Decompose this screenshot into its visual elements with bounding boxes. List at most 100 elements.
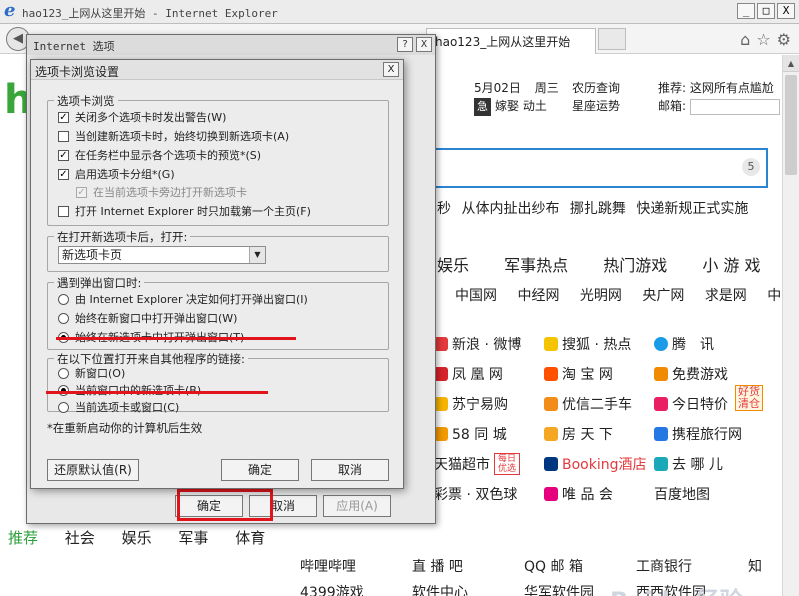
site-link[interactable]: 新浪 · 微博 bbox=[434, 329, 544, 359]
site-grid: 新浪 · 微博 搜狐 · 热点 腾 讯 凤 凰 网 淘 宝 网 免费游戏 苏宁易… bbox=[434, 329, 782, 509]
group-legend: 遇到弹出窗口时: bbox=[54, 275, 145, 291]
new-tab-select[interactable]: 新选项卡页 ▼ bbox=[58, 246, 266, 264]
site-link[interactable]: 苏宁易购 bbox=[434, 389, 544, 419]
portal-link[interactable]: 中经网 bbox=[517, 288, 559, 304]
page-scrollbar[interactable]: ▲ bbox=[782, 55, 799, 596]
site-link[interactable]: 腾 讯 bbox=[654, 329, 764, 359]
portal-link[interactable]: 求是网 bbox=[705, 288, 747, 304]
weekday-text: 周三 bbox=[534, 81, 559, 95]
sohu-icon bbox=[544, 337, 558, 351]
site-link[interactable]: Booking酒店 bbox=[544, 449, 654, 479]
tab-entertainment[interactable]: 娱乐 bbox=[122, 529, 152, 547]
checkbox-disabled: ✓ bbox=[76, 186, 87, 198]
category-item[interactable]: 娱乐 bbox=[437, 256, 469, 275]
open-next-to-current-option: ✓ 在当前选项卡旁边打开新选项卡 bbox=[76, 186, 247, 199]
site-link[interactable]: 去 哪 儿 bbox=[654, 449, 764, 479]
browser-tab-active[interactable]: hao123_上网从这里开始 bbox=[426, 28, 596, 54]
annotation-underline bbox=[46, 391, 268, 394]
chevron-down-icon[interactable]: ▼ bbox=[249, 247, 265, 263]
home-icon[interactable]: ⌂ bbox=[740, 30, 750, 49]
site-link[interactable]: 唯 品 会 bbox=[544, 479, 654, 509]
search-count-badge: 5 bbox=[742, 158, 760, 176]
tab-settings-close-button[interactable]: X bbox=[383, 62, 399, 77]
new-tab-button[interactable] bbox=[598, 28, 626, 50]
popup-new-window-option[interactable]: 始终在新窗口中打开弹出窗口(W) bbox=[58, 310, 237, 326]
internet-options-title: Internet 选项 bbox=[33, 40, 115, 53]
tab-settings-title: 选项卡浏览设置 bbox=[35, 65, 120, 79]
links-current-tab-option[interactable]: 当前选项卡或窗口(C) bbox=[58, 399, 179, 415]
portal-link[interactable]: 中 bbox=[767, 288, 781, 304]
tab-grouping-option[interactable]: ✓ 启用选项卡分组*(G) bbox=[58, 166, 175, 182]
select-value: 新选项卡页 bbox=[62, 248, 123, 262]
ctrip-icon bbox=[654, 427, 668, 441]
category-item[interactable]: 小 游 戏 bbox=[702, 256, 760, 275]
internet-options-apply-button[interactable]: 应用(A) bbox=[323, 495, 391, 517]
site-link[interactable]: 淘 宝 网 bbox=[544, 359, 654, 389]
taskbar-preview-option[interactable]: ✓ 在任务栏中显示各个选项卡的预览*(S) bbox=[58, 147, 261, 163]
tab-military[interactable]: 军事 bbox=[178, 529, 208, 547]
grid-row: 新浪 · 微博 搜狐 · 热点 腾 讯 bbox=[434, 329, 782, 359]
site-link[interactable]: 工商银行 bbox=[636, 556, 748, 576]
site-link[interactable]: 彩票 · 双色球 bbox=[434, 479, 544, 509]
tab-society[interactable]: 社会 bbox=[65, 529, 95, 547]
tab-sports[interactable]: 体育 bbox=[235, 529, 265, 547]
search-input[interactable]: 5 bbox=[404, 148, 768, 188]
scroll-thumb[interactable] bbox=[785, 75, 797, 175]
links-new-tab-option[interactable]: 当前窗口中的新选项卡(B) bbox=[58, 382, 201, 398]
news-headlines[interactable]: 秒 从体内扯出纱布 挪扎跳舞 快递新规正式实施 bbox=[437, 198, 748, 218]
help-button[interactable]: ? bbox=[397, 37, 413, 52]
checkbox-checked[interactable]: ✓ bbox=[58, 168, 69, 180]
internet-options-close-button[interactable]: X bbox=[416, 37, 432, 52]
maximize-button[interactable]: □ bbox=[757, 3, 775, 19]
tab-recommend[interactable]: 推荐 bbox=[8, 529, 38, 547]
recommend-link[interactable]: 这网所有点尴尬 bbox=[690, 81, 774, 95]
checkbox-checked[interactable]: ✓ bbox=[58, 111, 69, 123]
site-link[interactable]: 携程旅行网 bbox=[654, 419, 764, 449]
restore-defaults-button[interactable]: 还原默认值(R) bbox=[47, 459, 139, 481]
site-link[interactable]: 软件中心 bbox=[412, 582, 524, 596]
tab-settings-ok-button[interactable]: 确定 bbox=[221, 459, 299, 481]
links-new-window-option[interactable]: 新窗口(O) bbox=[58, 365, 125, 381]
site-link[interactable]: 直 播 吧 bbox=[412, 556, 524, 576]
lunar-link[interactable]: 农历查询 bbox=[572, 79, 620, 97]
site-link[interactable]: 房 天 下 bbox=[544, 419, 654, 449]
site-link[interactable]: QQ 邮 箱 bbox=[524, 556, 636, 576]
radio[interactable] bbox=[58, 401, 69, 413]
site-link[interactable]: 4399游戏 bbox=[300, 582, 412, 596]
site-link[interactable]: 优信二手车 bbox=[544, 389, 654, 419]
scroll-up-icon[interactable]: ▲ bbox=[783, 55, 799, 72]
radio[interactable] bbox=[58, 367, 69, 379]
ifeng-icon bbox=[434, 367, 448, 381]
horoscope-link[interactable]: 星座运势 bbox=[572, 97, 620, 115]
checkbox[interactable] bbox=[58, 205, 69, 217]
site-link[interactable]: 百度地图 bbox=[654, 479, 764, 509]
portal-link[interactable]: 央广网 bbox=[642, 288, 684, 304]
site-link[interactable]: 哔哩哔哩 bbox=[300, 556, 412, 576]
bottom-row: 哔哩哔哩 直 播 吧 QQ 邮 箱 工商银行 知 bbox=[300, 553, 770, 579]
mail-input[interactable] bbox=[689, 98, 780, 115]
site-link[interactable]: 凤 凰 网 bbox=[434, 359, 544, 389]
popup-ie-decides-option[interactable]: 由 Internet Explorer 决定如何打开弹出窗口(I) bbox=[58, 291, 308, 307]
star-icon[interactable]: ☆ bbox=[756, 30, 770, 49]
category-item[interactable]: 热门游戏 bbox=[603, 256, 667, 275]
portal-link[interactable]: 光明网 bbox=[580, 288, 622, 304]
close-window-button[interactable]: X bbox=[777, 3, 795, 19]
portal-link[interactable]: 中国网 bbox=[455, 288, 497, 304]
switch-new-tab-option[interactable]: 当创建新选项卡时，始终切换到新选项卡(A) bbox=[58, 128, 289, 144]
site-link[interactable]: 搜狐 · 热点 bbox=[544, 329, 654, 359]
site-link[interactable]: 天猫超市 每日优选 bbox=[434, 449, 544, 479]
radio[interactable] bbox=[58, 293, 69, 305]
radio[interactable] bbox=[58, 312, 69, 324]
site-link[interactable]: 知 bbox=[748, 556, 768, 576]
checkbox[interactable] bbox=[58, 130, 69, 142]
category-item[interactable]: 军事热点 bbox=[504, 256, 568, 275]
tab-settings-cancel-button[interactable]: 取消 bbox=[311, 459, 389, 481]
minimize-button[interactable]: _ bbox=[737, 3, 755, 19]
gear-icon[interactable]: ⚙ bbox=[777, 30, 791, 49]
checkbox-checked[interactable]: ✓ bbox=[58, 149, 69, 161]
warn-close-tabs-option[interactable]: ✓ 关闭多个选项卡时发出警告(W) bbox=[58, 109, 226, 125]
clearance-badge[interactable]: 好货清仓 bbox=[735, 385, 763, 411]
site-link[interactable]: 58 同 城 bbox=[434, 419, 544, 449]
restart-note: *在重新启动你的计算机后生效 bbox=[47, 421, 203, 435]
load-first-homepage-option[interactable]: 打开 Internet Explorer 时只加载第一个主页(F) bbox=[58, 203, 311, 219]
